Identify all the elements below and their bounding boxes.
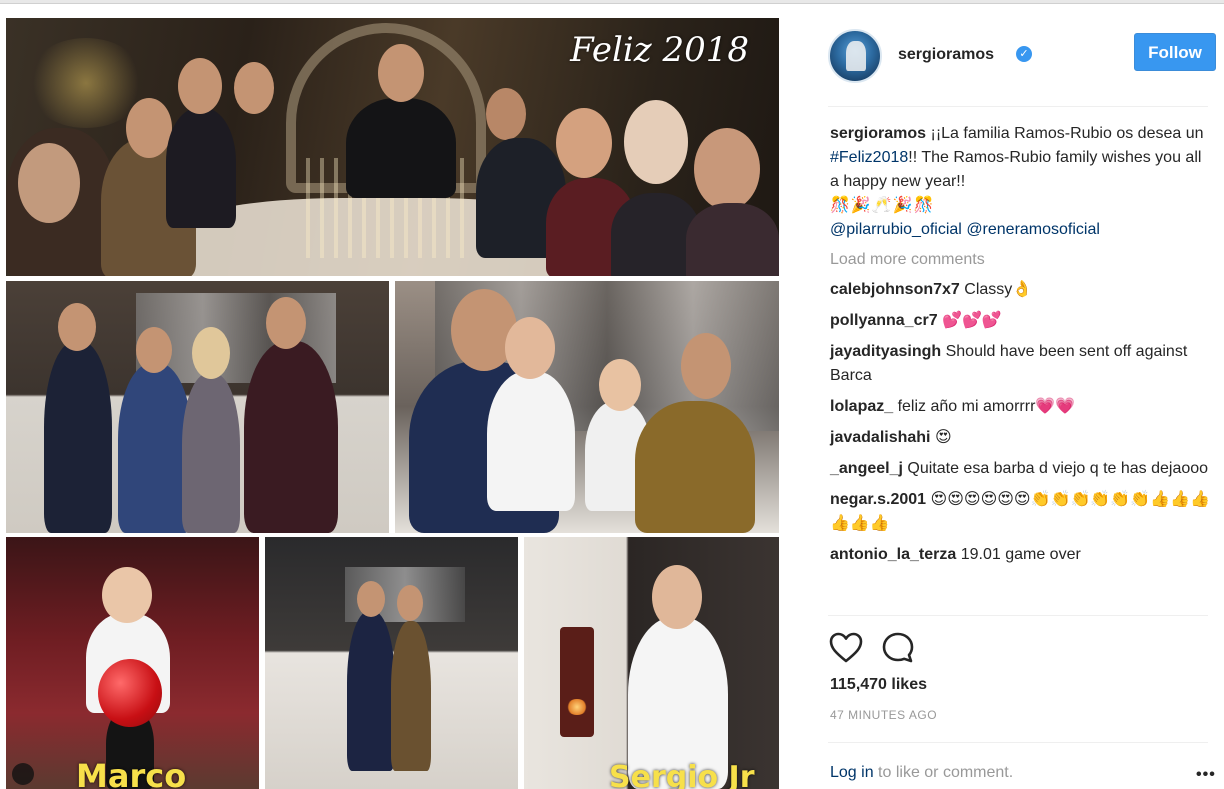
comment-text: 💕💕💕 — [937, 312, 1002, 329]
photo-couple-kiss — [265, 537, 518, 789]
person-head — [378, 44, 424, 102]
verified-badge-icon: ✓ — [1016, 46, 1032, 62]
comment-username[interactable]: javadalishahi — [830, 429, 931, 446]
comment: _angeel_j Quitate esa barba d viejo q te… — [830, 457, 1210, 481]
caption-username[interactable]: sergioramos — [830, 125, 926, 142]
photo-family-children — [395, 281, 779, 533]
comment-username[interactable]: lolapaz_ — [830, 398, 893, 415]
post-caption: sergioramos ¡¡La familia Ramos-Rubio os … — [830, 122, 1210, 242]
comment: lolapaz_ feliz año mi amorrrr💗💗 — [830, 395, 1210, 419]
person-head — [357, 581, 385, 617]
candle-flame — [566, 699, 588, 715]
load-more-comments-link[interactable]: Load more comments — [830, 248, 1210, 272]
post-header: sergioramos ✓ Follow — [828, 26, 1216, 86]
login-prompt: Log in to like or comment. — [830, 764, 1013, 782]
person-head — [18, 143, 80, 223]
avatar[interactable] — [828, 29, 882, 83]
photo-sergio-jr: Sergio Jr — [524, 537, 779, 789]
follow-button[interactable]: Follow — [1134, 33, 1216, 71]
person-head — [266, 297, 306, 349]
candle-holder — [560, 627, 594, 737]
photo-marco: Marco — [6, 537, 259, 789]
mention-link[interactable]: @reneramosoficial — [966, 221, 1100, 238]
comment-text: Classy👌 — [959, 281, 1033, 298]
person-head — [624, 100, 688, 184]
post-image[interactable]: Feliz 2018 Marco Sergio Jr — [0, 4, 784, 789]
avatar-figure — [846, 41, 866, 71]
person-head — [397, 585, 423, 621]
header-username[interactable]: sergioramos — [898, 46, 994, 64]
mention-link[interactable]: @pilarrubio_oficial — [830, 221, 962, 238]
footer-divider — [828, 742, 1208, 743]
person — [487, 371, 575, 511]
person-head — [234, 62, 274, 114]
photo-group-standing — [6, 281, 389, 533]
person-head — [136, 327, 172, 373]
header-divider — [828, 106, 1208, 107]
sergio-jr-label: Sergio Jr — [609, 760, 755, 789]
actions-divider — [828, 615, 1208, 616]
photo-dinner-table: Feliz 2018 — [6, 18, 779, 276]
comment-username[interactable]: antonio_la_terza — [830, 546, 956, 563]
person-head — [486, 88, 526, 140]
person — [44, 341, 112, 533]
comment-username[interactable]: negar.s.2001 — [830, 491, 926, 508]
person-head — [681, 333, 731, 399]
caption-text: ¡¡La familia Ramos-Rubio os desea un — [926, 125, 1204, 142]
comment-text: 😍 — [930, 429, 952, 446]
comment: negar.s.2001 😍😍😍😍😍😍👏👏👏👏👏👏👍👍👍👍👍👍 — [830, 488, 1210, 536]
person — [686, 203, 779, 276]
comment-username[interactable]: _angeel_j — [830, 460, 903, 477]
comment-username[interactable]: calebjohnson7x7 — [830, 281, 960, 298]
post-timestamp[interactable]: 47 MINUTES AGO — [830, 708, 937, 722]
person-head — [505, 317, 555, 379]
comment: javadalishahi 😍 — [830, 426, 1210, 450]
person — [346, 98, 456, 198]
likes-count[interactable]: 115,470 likes — [830, 676, 927, 694]
person-head — [58, 303, 96, 351]
person — [635, 401, 755, 533]
person-head — [126, 98, 172, 158]
comments-list: sergioramos ¡¡La familia Ramos-Rubio os … — [830, 122, 1210, 574]
comment-text: 19.01 game over — [956, 546, 1081, 563]
person-head — [694, 128, 760, 210]
caption-emojis: 🎊🎉🥂🎉🎊 — [830, 197, 935, 214]
instagram-corner-icon — [12, 763, 34, 785]
person-head — [178, 58, 222, 114]
person — [182, 373, 240, 533]
person-head — [652, 565, 702, 629]
comment-text: feliz año mi amorrrr💗💗 — [893, 398, 1076, 415]
comment: calebjohnson7x7 Classy👌 — [830, 278, 1210, 302]
person — [118, 363, 192, 533]
comment: jayadityasingh Should have been sent off… — [830, 340, 1210, 388]
person — [347, 611, 395, 771]
comment-text: Quitate esa barba d viejo q te has dejao… — [902, 460, 1209, 477]
comment: antonio_la_terza 19.01 game over — [830, 543, 1210, 567]
comment: pollyanna_cr7 💕💕💕 — [830, 309, 1210, 333]
more-options-icon[interactable]: ••• — [1196, 766, 1216, 784]
person — [391, 621, 431, 771]
post-actions — [828, 628, 1208, 668]
red-balloon — [98, 659, 162, 727]
post-sidebar: sergioramos ✓ Follow sergioramos ¡¡La fa… — [810, 4, 1224, 789]
person-head — [192, 327, 230, 379]
comment-username[interactable]: jayadityasingh — [830, 343, 941, 360]
feliz-overlay-text: Feliz 2018 — [570, 30, 749, 70]
person — [166, 108, 236, 228]
person-head — [102, 567, 152, 623]
comment-bubble-icon[interactable] — [880, 630, 916, 666]
person-head — [556, 108, 612, 178]
login-link[interactable]: Log in — [830, 764, 874, 781]
comment-username[interactable]: pollyanna_cr7 — [830, 312, 938, 329]
person-head — [599, 359, 641, 411]
marco-label: Marco — [76, 757, 187, 789]
person — [244, 341, 338, 533]
login-prompt-text: to like or comment. — [873, 764, 1014, 781]
heart-icon[interactable] — [828, 630, 864, 666]
hashtag-link[interactable]: #Feliz2018 — [830, 149, 908, 166]
